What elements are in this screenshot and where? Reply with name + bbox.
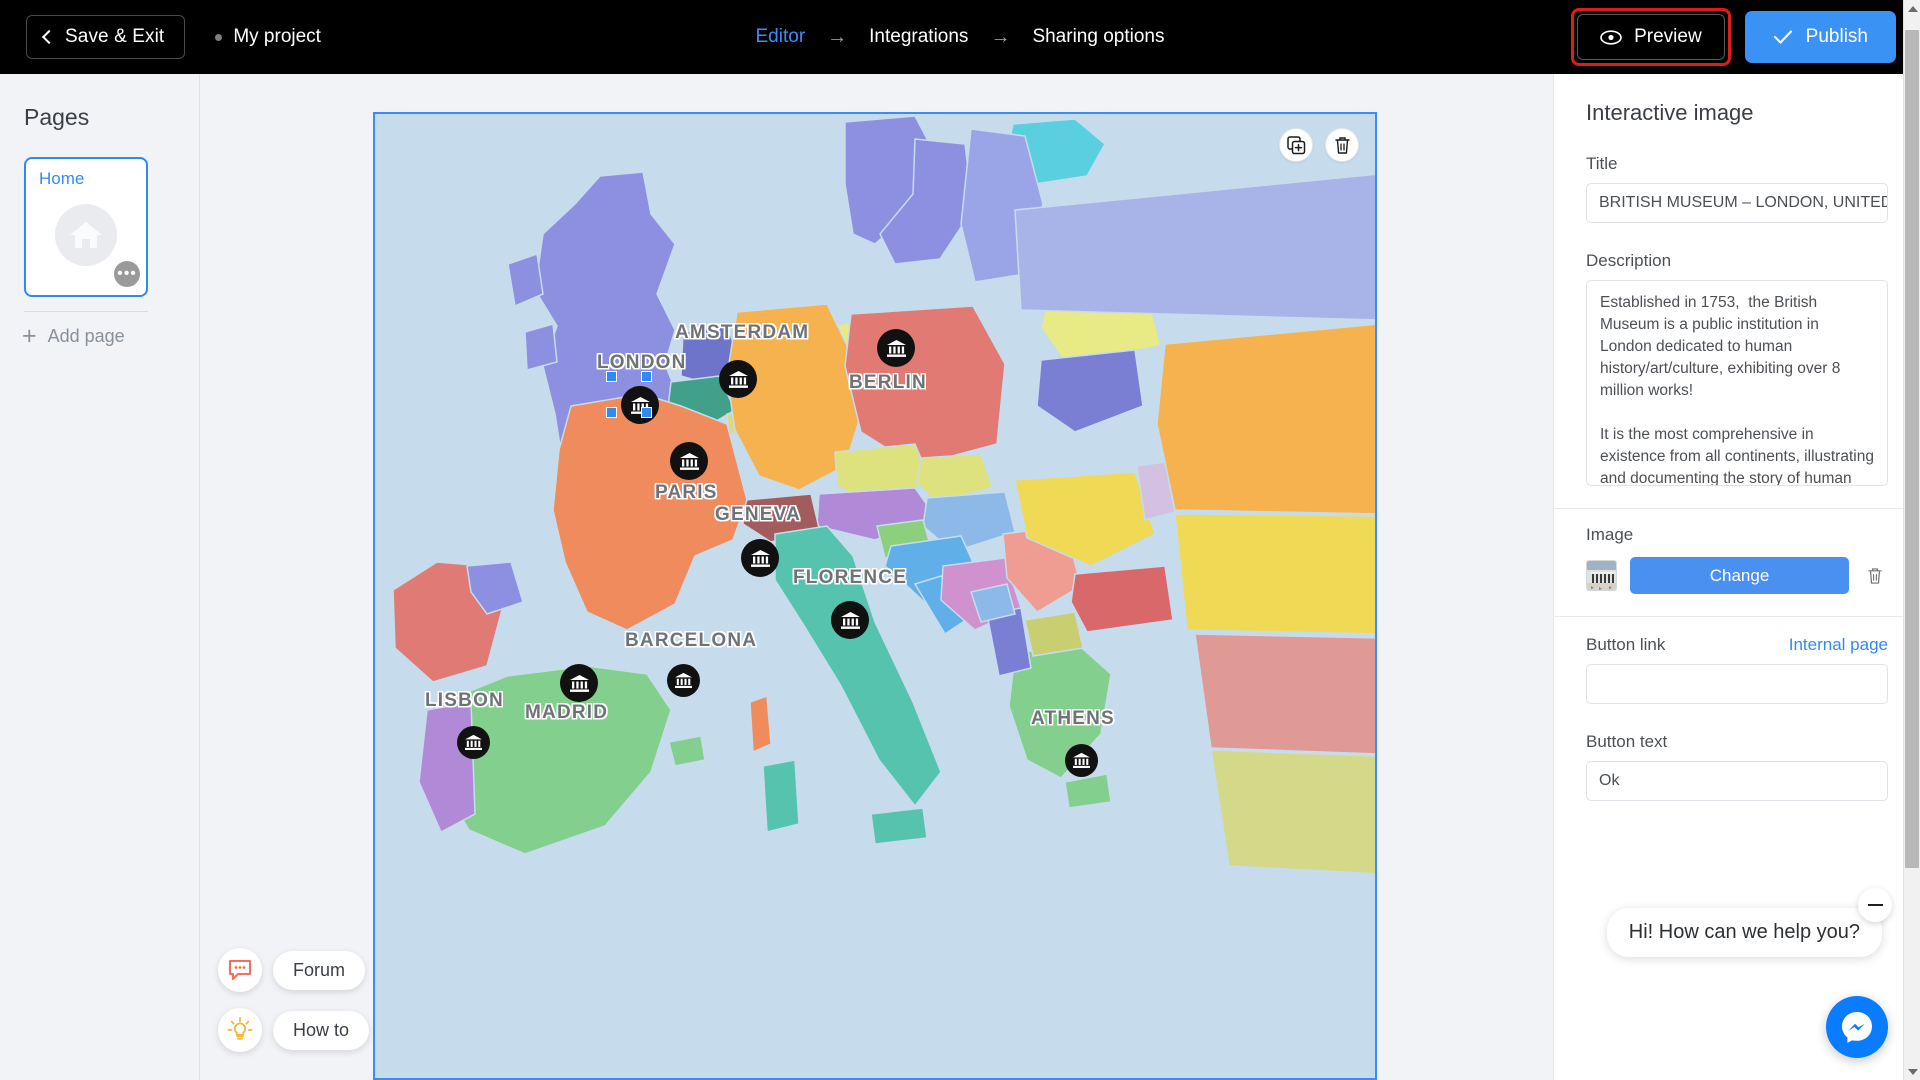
change-image-button[interactable]: Change xyxy=(1630,557,1849,594)
home-icon xyxy=(55,204,117,267)
image-thumbnail[interactable] xyxy=(1586,560,1617,591)
title-field-label: Title xyxy=(1586,154,1618,173)
scroll-down-icon[interactable] xyxy=(1904,1063,1920,1080)
nav-step-integrations[interactable]: Integrations xyxy=(869,26,968,48)
map-pin-paris[interactable] xyxy=(670,442,708,480)
minimize-chat-button[interactable] xyxy=(1858,888,1892,922)
resize-handle-top-left[interactable] xyxy=(606,371,617,382)
resize-handle-top-right[interactable] xyxy=(641,371,652,382)
button-link-input[interactable] xyxy=(1586,664,1888,704)
city-label-barcelona: BARCELONA xyxy=(625,630,758,651)
nav-step-sharing-options[interactable]: Sharing options xyxy=(1032,26,1164,48)
eye-icon xyxy=(1600,29,1622,45)
map-pin-london[interactable] xyxy=(621,386,659,424)
city-label-lisbon: LISBON xyxy=(425,690,504,711)
forum-label[interactable]: Forum xyxy=(273,950,366,990)
city-label-madrid: MADRID xyxy=(525,702,609,723)
delete-image-icon[interactable] xyxy=(1862,567,1888,585)
how-to-label[interactable]: How to xyxy=(273,1010,370,1050)
sidebar-divider xyxy=(24,311,148,312)
internal-page-link[interactable]: Internal page xyxy=(1789,635,1888,655)
resize-handle-bottom-left[interactable] xyxy=(606,407,617,418)
europe-map-image xyxy=(375,114,1375,1078)
map-pin-barcelona[interactable] xyxy=(667,664,700,697)
map-pin-florence[interactable] xyxy=(831,601,869,639)
page-thumbnail-label: Home xyxy=(39,169,85,188)
chat-greeting[interactable]: Hi! How can we help you? xyxy=(1606,908,1882,957)
city-label-athens: ATHENS xyxy=(1031,708,1115,729)
sidebar-title: Pages xyxy=(24,104,90,130)
how-to-widget[interactable]: How to xyxy=(218,1008,370,1052)
button-link-row: Button link Internal page xyxy=(1586,635,1888,655)
preview-button[interactable]: Preview xyxy=(1577,14,1725,60)
save-and-exit-button[interactable]: Save & Exit xyxy=(26,15,186,59)
arrow-right-icon-2: → xyxy=(990,25,1011,48)
chevron-left-icon xyxy=(41,29,57,45)
resize-handle-bottom-right[interactable] xyxy=(641,407,652,418)
scroll-up-icon[interactable] xyxy=(1904,0,1920,17)
preview-label: Preview xyxy=(1634,26,1702,47)
map-pin-berlin[interactable] xyxy=(877,329,915,367)
lightbulb-icon[interactable] xyxy=(218,1008,262,1052)
add-page-label: Add page xyxy=(47,326,125,346)
check-icon xyxy=(1773,29,1793,45)
map-pin-madrid[interactable] xyxy=(560,664,598,702)
nav-step-editor[interactable]: Editor xyxy=(756,26,806,48)
city-label-florence: FLORENCE xyxy=(793,567,908,588)
city-label-berlin: BERLIN xyxy=(849,372,927,393)
map-pin-lisbon[interactable] xyxy=(457,726,490,759)
preview-highlight-box: Preview xyxy=(1571,8,1731,66)
messenger-icon[interactable] xyxy=(1826,996,1888,1058)
project-name-label: My project xyxy=(233,26,321,47)
chat-bubble-icon[interactable] xyxy=(218,948,262,992)
panel-divider-1 xyxy=(1554,508,1920,509)
page-scrollbar[interactable] xyxy=(1903,0,1920,1080)
description-field-label: Description xyxy=(1586,251,1672,270)
publish-label: Publish xyxy=(1805,26,1868,47)
city-label-geneva: GENEVA xyxy=(715,504,802,525)
project-name[interactable]: My project xyxy=(215,26,321,48)
forum-widget[interactable]: Forum xyxy=(218,948,369,992)
button-text-label: Button text xyxy=(1586,732,1668,751)
top-bar: Save & Exit My project Editor → Integrat… xyxy=(0,0,1920,74)
duplicate-icon[interactable] xyxy=(1279,128,1313,162)
status-dot-icon xyxy=(215,33,223,41)
add-page-button[interactable]: + Add page xyxy=(22,324,199,349)
element-toolbar xyxy=(1279,128,1359,162)
delete-icon[interactable] xyxy=(1325,128,1359,162)
map-pin-geneva[interactable] xyxy=(741,539,779,577)
page-options-button[interactable]: ••• xyxy=(114,261,140,287)
map-pin-athens[interactable] xyxy=(1065,744,1098,777)
city-label-amsterdam: AMSTERDAM xyxy=(675,322,810,343)
title-input[interactable]: BRITISH MUSEUM – LONDON, UNITED KINGDOM xyxy=(1586,183,1888,223)
breadcrumb: Editor → Integrations → Sharing options xyxy=(756,26,1165,49)
top-bar-actions: Preview Publish xyxy=(1571,0,1896,74)
button-text-input[interactable]: Ok xyxy=(1586,761,1888,801)
properties-panel: Interactive image Title BRITISH MUSEUM –… xyxy=(1553,74,1920,1080)
help-widgets: Forum How to xyxy=(218,932,370,1052)
button-link-label: Button link xyxy=(1586,635,1666,654)
page-thumbnail-home[interactable]: Home ••• xyxy=(24,157,148,297)
plus-icon: + xyxy=(22,322,37,350)
image-row: Change xyxy=(1586,557,1888,594)
arrow-right-icon: → xyxy=(827,25,848,48)
save-and-exit-label: Save & Exit xyxy=(65,26,165,47)
map-pin-amsterdam[interactable] xyxy=(719,360,757,398)
interactive-image-element[interactable]: AMSTERDAM LONDON BERLIN PARIS GENEVA FLO… xyxy=(373,112,1377,1080)
description-textarea[interactable]: Established in 1753, the British Museum … xyxy=(1586,280,1888,486)
publish-button[interactable]: Publish xyxy=(1744,11,1896,63)
city-label-paris: PARIS xyxy=(655,482,718,503)
panel-heading: Interactive image xyxy=(1586,100,1754,125)
editor-canvas[interactable]: AMSTERDAM LONDON BERLIN PARIS GENEVA FLO… xyxy=(200,74,1553,1080)
scrollbar-thumb[interactable] xyxy=(1905,30,1919,868)
panel-divider-2 xyxy=(1554,616,1920,617)
image-field-label: Image xyxy=(1586,525,1634,544)
pages-sidebar: Pages Home ••• + Add page xyxy=(0,74,200,1080)
chat-widget: Hi! How can we help you? xyxy=(1568,888,1898,1068)
